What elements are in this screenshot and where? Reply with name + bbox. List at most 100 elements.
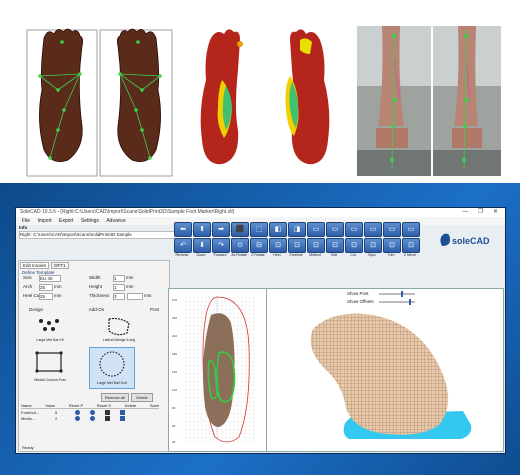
toolbar-button[interactable]: ↷ <box>212 238 230 253</box>
row-value: 5 <box>55 410 58 415</box>
delete-icon[interactable] <box>105 416 110 421</box>
toolbar-button[interactable]: ⊡ <box>307 238 325 253</box>
arch-unit: mm <box>54 284 62 289</box>
template-form: Size EU 40 Arch 25 mm Heel Cup 25 mm Wid… <box>23 275 163 305</box>
thickness-step[interactable] <box>127 293 143 300</box>
reset-s-icon[interactable] <box>90 416 95 421</box>
insole-3d-canvas[interactable] <box>267 289 503 451</box>
toolbar-button[interactable]: ⬆ <box>193 222 211 237</box>
status-text: Ready <box>22 445 34 450</box>
toolbar-button[interactable]: ◨ <box>288 222 306 237</box>
toolbar-button[interactable]: ➡ <box>212 222 230 237</box>
table-row[interactable]: Medio... 2 <box>21 416 159 421</box>
reset-p-icon[interactable] <box>75 416 80 421</box>
leg-photo-left <box>357 26 431 176</box>
toolbar-button[interactable]: ▭ <box>345 222 363 237</box>
toolbar: ⬅ ⬆ ➡ ⬛ ⬚ ◧ ◨ ▭ ▭ ▭ ▭ ▭ ▭ ↶ Reverse ⬇ Down ↷ Forward ⊙ Ax Ro… <box>174 222 420 268</box>
addon-met-ball-selected[interactable]: Large Met Ball Sort <box>89 347 135 389</box>
toolbar-button[interactable]: ⊡ <box>288 238 306 253</box>
insole-2d-view[interactable]: 270 240 210 180 150 120 90 60 30 <box>168 288 267 452</box>
toolbar-button[interactable]: ⊡ <box>269 238 287 253</box>
toolbar-button[interactable]: ▭ <box>326 222 344 237</box>
height-input[interactable]: 1 <box>113 284 125 291</box>
delete-button[interactable]: Delete <box>131 393 153 402</box>
toolbar-button[interactable]: ⬚ <box>250 222 268 237</box>
show-post-slider[interactable] <box>379 291 415 297</box>
col-save: Save <box>149 403 159 408</box>
svg-text:180: 180 <box>172 352 177 356</box>
toolbar-button[interactable]: ⬇ <box>193 238 211 253</box>
heelcup-input[interactable]: 25 <box>39 293 53 300</box>
toolbar-button[interactable]: ↶ <box>174 238 192 253</box>
size-label: Size <box>23 275 32 280</box>
width-unit: mm <box>126 275 134 280</box>
thickness-label: Thickness <box>89 293 110 298</box>
save-icon[interactable] <box>120 410 125 415</box>
row-name: Forefoot... <box>21 410 40 415</box>
row-value: 2 <box>55 416 58 421</box>
width-input[interactable]: 1 <box>113 275 125 282</box>
menu-advance[interactable]: Advance <box>106 218 125 224</box>
toolbar-button[interactable]: ⊙ <box>231 238 249 253</box>
toolbar-button[interactable]: ▭ <box>402 222 420 237</box>
col-name: Name <box>21 403 32 408</box>
tab-edit-insoles[interactable]: Edit Insoles <box>20 262 50 269</box>
toolbar-button[interactable]: ⊡ <box>364 238 382 253</box>
svg-text:60: 60 <box>172 424 176 428</box>
menu-export[interactable]: Export <box>59 218 73 224</box>
pressure-map-right <box>285 29 330 165</box>
subtab-post[interactable]: Post <box>150 307 159 312</box>
subtab-design[interactable]: Design <box>29 307 43 312</box>
insole-3d-view[interactable]: Show Post Show Offsets <box>266 288 504 452</box>
heelcup-unit: mm <box>54 293 62 298</box>
toolbar-button[interactable]: ▭ <box>307 222 325 237</box>
toolbar-label: Forward <box>213 253 227 257</box>
toolbar-button[interactable]: ⊟ <box>250 238 268 253</box>
toolbar-label: Edit <box>330 253 338 257</box>
delete-icon[interactable] <box>105 410 110 415</box>
size-select[interactable]: EU 40 <box>39 275 61 282</box>
show-offsets-slider[interactable] <box>379 299 415 305</box>
menu-file[interactable]: File <box>22 218 30 224</box>
window-title: SoleCAD 10.3.6 - (Right:C:\Users\CAD\Imp… <box>20 209 235 215</box>
toolbar-button[interactable]: ⬅ <box>174 222 192 237</box>
menu-settings[interactable]: Settings <box>81 218 99 224</box>
window-controls[interactable]: — ❐ ✕ <box>462 208 502 217</box>
tab-dft1[interactable]: DFT1 <box>51 262 69 269</box>
menu-import[interactable]: Import <box>37 218 51 224</box>
table-header: Name Value Reset P Reset S Delete Save <box>21 403 159 409</box>
thickness-input[interactable]: 3 <box>113 293 125 300</box>
addon-large-met-bar[interactable]: Large Met Bar Kit <box>27 315 73 345</box>
reset-p-icon[interactable] <box>75 410 80 415</box>
show-post-label: Show Post <box>347 291 369 296</box>
toolbar-button[interactable]: ⊡ <box>326 238 344 253</box>
toolbar-button[interactable]: ⊡ <box>383 238 401 253</box>
toolbar-label: Midfoot <box>309 253 321 257</box>
toolbar-button[interactable]: ▭ <box>364 222 382 237</box>
toolbar-button[interactable]: ⬛ <box>231 222 249 237</box>
height-label: Height <box>89 284 103 289</box>
addon-medial-column[interactable]: Medial Column Post <box>27 349 73 385</box>
toolbar-button[interactable]: ▭ <box>383 222 401 237</box>
toolbar-button[interactable]: ⊡ <box>402 238 420 253</box>
toolbar-button[interactable]: ⊡ <box>345 238 363 253</box>
svg-text:150: 150 <box>172 370 177 374</box>
monitor-frame: SoleCAD 10.3.6 - (Right:C:\Users\CAD\Imp… <box>0 183 520 475</box>
scan-right-foot-markers <box>99 28 173 177</box>
remove-all-button[interactable]: Remove All <box>101 393 129 402</box>
subtab-addon[interactable]: Add-On <box>89 307 105 312</box>
solecad-logo: soleCAD <box>436 232 496 255</box>
arch-input[interactable]: 25 <box>39 284 53 291</box>
pressure-map-left <box>200 29 243 165</box>
insole-2d-canvas[interactable]: 270 240 210 180 150 120 90 60 30 <box>169 289 266 451</box>
ruler-ticks: 270 240 210 180 150 120 90 60 30 <box>172 298 177 444</box>
table-row[interactable]: Forefoot... 5 <box>21 410 159 415</box>
slider-thumb[interactable] <box>401 291 403 297</box>
toolbar-label: Cut <box>350 253 356 257</box>
reset-s-icon[interactable] <box>90 410 95 415</box>
toolbar-button[interactable]: ◧ <box>269 222 287 237</box>
svg-text:270: 270 <box>172 298 177 302</box>
addon-lateral-wedge[interactable]: Lateral Wedge 5 deg <box>89 315 149 345</box>
save-icon[interactable] <box>120 416 125 421</box>
slider-thumb[interactable] <box>409 299 411 305</box>
